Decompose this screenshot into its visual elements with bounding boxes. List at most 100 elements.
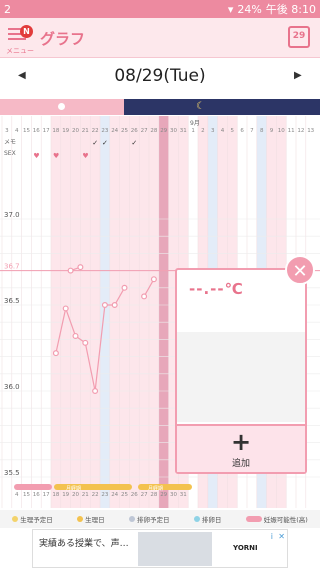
day-label: 1 xyxy=(191,128,195,134)
day-band xyxy=(109,116,120,508)
temperature-point xyxy=(62,305,69,312)
legend-item: 排卵日 xyxy=(193,514,221,524)
add-label: 追加 xyxy=(231,459,250,469)
temperature-point xyxy=(72,332,79,339)
legend-swatch xyxy=(128,516,135,522)
legend-label: 妊娠可能性(高) xyxy=(263,516,308,524)
bottom-day-label: 4 xyxy=(15,492,19,498)
legend-swatch xyxy=(12,516,19,522)
period-band-label: 月経期 xyxy=(66,485,81,492)
ad-text: 実績ある授業で、声… xyxy=(39,539,129,549)
next-day-button[interactable]: ▶ xyxy=(294,70,302,81)
sex-heart-icon: ♥ xyxy=(53,152,59,160)
temperature-input-panel: --.--℃ + 追加 xyxy=(175,268,307,474)
day-band xyxy=(70,116,81,508)
day-label: 18 xyxy=(52,128,59,134)
selected-day-column xyxy=(158,116,169,508)
wifi-icon: ▾ xyxy=(227,2,234,16)
sex-heart-icon: ♥ xyxy=(82,152,88,160)
bottom-day-label: 30 xyxy=(170,492,177,498)
day-label: 26 xyxy=(131,128,138,134)
temperature-point xyxy=(52,350,59,357)
new-badge: N xyxy=(20,25,33,38)
add-button[interactable]: + 追加 xyxy=(177,424,305,472)
y-axis-label: 35.5 xyxy=(4,469,20,477)
status-bar: 2 ▾ 24% 午後 8:10 xyxy=(0,0,320,18)
moon-icon: ☾ xyxy=(196,101,205,112)
page-title: グラフ xyxy=(40,30,86,48)
bottom-day-label: 26 xyxy=(131,492,138,498)
temperature-point xyxy=(121,284,128,291)
temperature-point xyxy=(111,302,118,309)
sex-heart-icon: ♥ xyxy=(33,152,39,160)
day-label: 8 xyxy=(260,128,264,134)
day-band xyxy=(51,116,61,508)
day-band xyxy=(80,116,91,508)
day-label: 19 xyxy=(62,128,69,134)
period-band xyxy=(138,484,192,490)
legend-item: 妊娠可能性(高) xyxy=(245,514,308,524)
ad-close-icon[interactable]: ✕ xyxy=(278,532,285,541)
plus-icon: + xyxy=(230,428,252,456)
app-header: N メニュー グラフ 29 xyxy=(0,18,320,58)
ad-image xyxy=(138,532,212,566)
day-label: 3 xyxy=(5,128,9,134)
day-band xyxy=(149,116,159,508)
day-label: 3 xyxy=(211,128,215,134)
bottom-day-label: 28 xyxy=(150,492,157,498)
day-label: 25 xyxy=(121,128,128,134)
notification-count: 2 xyxy=(4,2,11,16)
memo-check-icon: ✓ xyxy=(102,139,108,147)
day-label: 28 xyxy=(150,128,157,134)
date-navigator: ◀ 08/29(Tue) ▶ xyxy=(0,60,320,96)
clock: 午後 8:10 xyxy=(265,3,316,16)
y-axis-label: 37.0 xyxy=(4,211,20,219)
chart-legend: 生理予定日 生理日 排卵予定日 排卵日 妊娠可能性(高) xyxy=(0,510,320,528)
bottom-day-label: 15 xyxy=(23,492,30,498)
day-label: 4 xyxy=(15,128,19,134)
period-band-label: 月経期 xyxy=(148,485,163,492)
bottom-day-label: 18 xyxy=(52,492,59,498)
y-axis-label: 36.5 xyxy=(4,297,20,305)
calendar-icon[interactable]: 29 xyxy=(288,26,310,48)
temperature-point xyxy=(141,293,148,300)
ad-brand: YORNI xyxy=(233,544,258,552)
temperature-value[interactable]: --.--℃ xyxy=(189,280,244,298)
memo-check-icon: ✓ xyxy=(131,139,137,147)
day-label: 27 xyxy=(141,128,148,134)
legend-label: 生理予定日 xyxy=(20,516,53,524)
day-band xyxy=(60,116,71,508)
ad-info-icon[interactable]: i xyxy=(271,532,273,541)
close-button[interactable]: ✕ xyxy=(285,255,315,285)
day-label: 29 xyxy=(160,128,167,134)
menu-button[interactable]: N メニュー xyxy=(6,24,36,55)
day-label: 17 xyxy=(43,128,50,134)
legend-swatch xyxy=(245,516,262,522)
day-label: 4 xyxy=(221,128,225,134)
day-label: 20 xyxy=(72,128,79,134)
day-band xyxy=(90,116,100,508)
temperature-point xyxy=(67,267,74,274)
sun-icon xyxy=(58,103,65,110)
legend-swatch xyxy=(77,516,84,522)
day-label: 22 xyxy=(92,128,99,134)
day-band xyxy=(119,116,130,508)
calendar-day: 29 xyxy=(292,31,306,41)
legend-label: 生理日 xyxy=(85,516,105,524)
day-label: 21 xyxy=(82,128,89,134)
day-label: 11 xyxy=(288,128,295,134)
bottom-day-label: 29 xyxy=(160,492,167,498)
day-label: 10 xyxy=(278,128,285,134)
day-label: 24 xyxy=(111,128,118,134)
day-label: 12 xyxy=(297,128,304,134)
ad-banner[interactable]: 実績ある授業で、声… YORNI i ✕ xyxy=(32,529,288,568)
bottom-day-label: 22 xyxy=(92,492,99,498)
day-label: 5 xyxy=(231,128,235,134)
bottom-day-label: 27 xyxy=(141,492,148,498)
day-label: 23 xyxy=(101,128,108,134)
legend-label: 排卵予定日 xyxy=(136,516,170,524)
bottom-day-label: 16 xyxy=(33,492,40,498)
y-axis-label: 36.0 xyxy=(4,383,20,391)
day-label: 15 xyxy=(23,128,30,134)
temperature-point xyxy=(92,388,99,395)
